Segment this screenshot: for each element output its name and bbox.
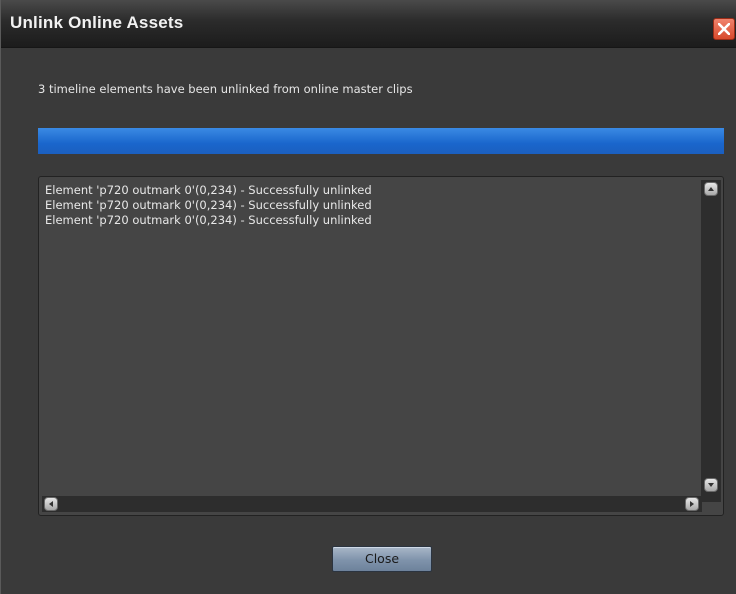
scroll-up-icon[interactable] — [704, 182, 718, 196]
log-line: Element 'p720 outmark 0'(0,234) - Succes… — [45, 183, 372, 197]
scroll-right-icon[interactable] — [685, 497, 699, 511]
window-title: Unlink Online Assets — [10, 13, 184, 32]
scroll-down-icon[interactable] — [704, 478, 718, 492]
log-text: Element 'p720 outmark 0'(0,234) - Succes… — [45, 183, 695, 228]
log-list[interactable]: Element 'p720 outmark 0'(0,234) - Succes… — [38, 176, 724, 516]
close-button[interactable]: Close — [332, 546, 432, 572]
progress-bar-fill — [38, 128, 724, 154]
progress-bar — [38, 128, 724, 154]
log-line: Element 'p720 outmark 0'(0,234) - Succes… — [45, 213, 372, 227]
scroll-left-icon[interactable] — [44, 497, 58, 511]
horizontal-scrollbar[interactable] — [42, 496, 702, 512]
unlink-online-assets-dialog: Unlink Online Assets 3 timeline elements… — [0, 0, 736, 594]
vertical-scrollbar[interactable] — [701, 180, 721, 502]
log-line: Element 'p720 outmark 0'(0,234) - Succes… — [45, 198, 372, 212]
status-message: 3 timeline elements have been unlinked f… — [38, 82, 413, 96]
close-icon[interactable] — [713, 18, 735, 40]
title-bar[interactable]: Unlink Online Assets — [1, 0, 736, 48]
